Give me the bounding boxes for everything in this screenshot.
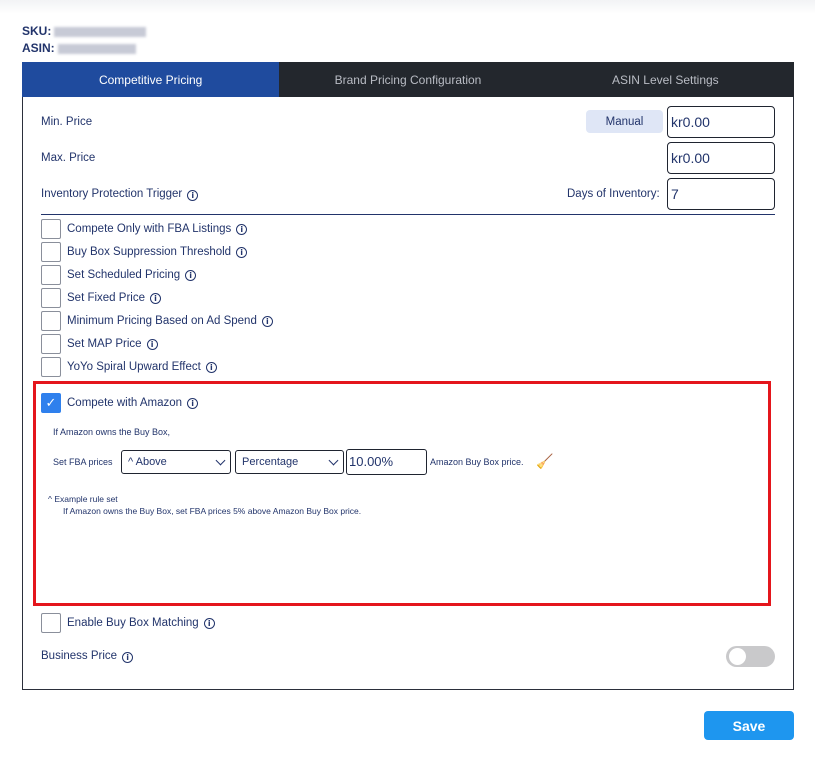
min-price-label: Min. Price [41,116,93,128]
checkbox[interactable] [41,265,61,285]
chevron-down-icon [215,455,226,465]
days-of-inventory-input[interactable]: 7 [667,178,775,210]
example-rule-toggle[interactable]: ^ Example rule set [48,494,118,504]
direction-select[interactable]: ^ Above [121,450,231,474]
option-label: YoYo Spiral Upward Effect [67,361,201,373]
option-buy-box-suppression[interactable]: Buy Box Suppression Threshold i [41,242,248,262]
info-icon[interactable]: i [146,338,158,350]
option-label: Buy Box Suppression Threshold [67,246,232,258]
top-shadow [0,0,815,14]
broom-icon[interactable]: 🧹 [536,453,553,470]
option-label: Compete Only with FBA Listings [67,223,232,235]
max-price-input[interactable]: kr0.00 [667,142,775,174]
option-ad-spend-pricing[interactable]: Minimum Pricing Based on Ad Spend i [41,311,273,331]
highlight-box [33,381,771,606]
option-label: Set Scheduled Pricing [67,269,181,281]
business-price-label: Business Price [41,650,118,662]
option-yoyo-spiral[interactable]: YoYo Spiral Upward Effect i [41,357,217,377]
checkbox[interactable] [41,219,61,239]
option-scheduled-pricing[interactable]: Set Scheduled Pricing i [41,265,197,285]
checkbox[interactable] [41,613,61,633]
info-icon[interactable]: i [122,652,134,663]
asin-label: ASIN: [22,41,55,55]
tab-bar: Competitive Pricing Brand Pricing Config… [22,62,794,97]
checkbox[interactable] [41,311,61,331]
option-label: Set Fixed Price [67,292,145,304]
competitive-pricing-panel: Min. Price Manual kr0.00 Max. Price kr0.… [22,97,794,690]
amount-input[interactable]: 10.00% [346,449,427,475]
option-label: Minimum Pricing Based on Ad Spend [67,315,257,327]
checkbox[interactable] [41,288,61,308]
manual-button[interactable]: Manual [586,110,663,133]
option-compete-fba-only[interactable]: Compete Only with FBA Listings i [41,219,248,239]
option-map-price[interactable]: Set MAP Price i [41,334,158,354]
option-compete-with-amazon[interactable]: ✓ Compete with Amazon i [41,393,199,413]
tab-competitive-pricing[interactable]: Competitive Pricing [22,62,280,97]
amazon-rule-intro: If Amazon owns the Buy Box, [53,427,171,437]
checked-checkbox[interactable]: ✓ [41,393,61,413]
info-icon[interactable]: i [203,617,215,629]
asin-value-redacted [57,43,136,54]
info-icon[interactable]: i [261,315,273,327]
chevron-down-icon [328,455,339,465]
days-of-inventory-label: Days of Inventory: [567,188,660,200]
tab-asin-level-settings[interactable]: ASIN Level Settings [537,62,794,97]
info-icon[interactable]: i [149,292,161,304]
direction-value: ^ Above [128,456,167,468]
inventory-protection-label: Inventory Protection Trigger [41,188,183,200]
checkbox[interactable] [41,357,61,377]
mode-value: Percentage [242,456,299,468]
info-icon[interactable]: i [205,361,217,373]
max-price-label: Max. Price [41,152,96,164]
sku-value-redacted [54,26,147,37]
inventory-protection-row: Inventory Protection Trigger i [41,188,199,201]
toggle-knob [729,648,746,665]
option-label: Enable Buy Box Matching [67,617,199,629]
mode-select[interactable]: Percentage [235,450,344,474]
amazon-rule-suffix: Amazon Buy Box price. [430,457,524,467]
option-buy-box-matching[interactable]: Enable Buy Box Matching i [41,613,215,633]
info-icon[interactable]: i [236,223,248,235]
info-icon[interactable]: i [185,269,197,281]
business-price-toggle[interactable] [726,646,775,667]
asin-line: ASIN: [22,41,136,55]
sku-label: SKU: [22,24,52,38]
section-divider [41,214,775,215]
set-fba-prices-label: Set FBA prices [53,457,113,467]
business-price-row: Business Price i [41,650,134,663]
info-icon[interactable]: i [236,246,248,258]
sku-line: SKU: [22,24,147,38]
info-icon[interactable]: i [187,397,199,409]
example-rule-text: If Amazon owns the Buy Box, set FBA pric… [63,506,362,516]
min-price-input[interactable]: kr0.00 [667,106,775,138]
checkbox[interactable] [41,334,61,354]
option-fixed-price[interactable]: Set Fixed Price i [41,288,161,308]
option-label: Compete with Amazon [67,397,183,409]
info-icon[interactable]: i [187,190,199,201]
option-label: Set MAP Price [67,338,142,350]
save-button[interactable]: Save [704,711,794,740]
tab-brand-pricing-configuration[interactable]: Brand Pricing Configuration [279,62,536,97]
checkbox[interactable] [41,242,61,262]
